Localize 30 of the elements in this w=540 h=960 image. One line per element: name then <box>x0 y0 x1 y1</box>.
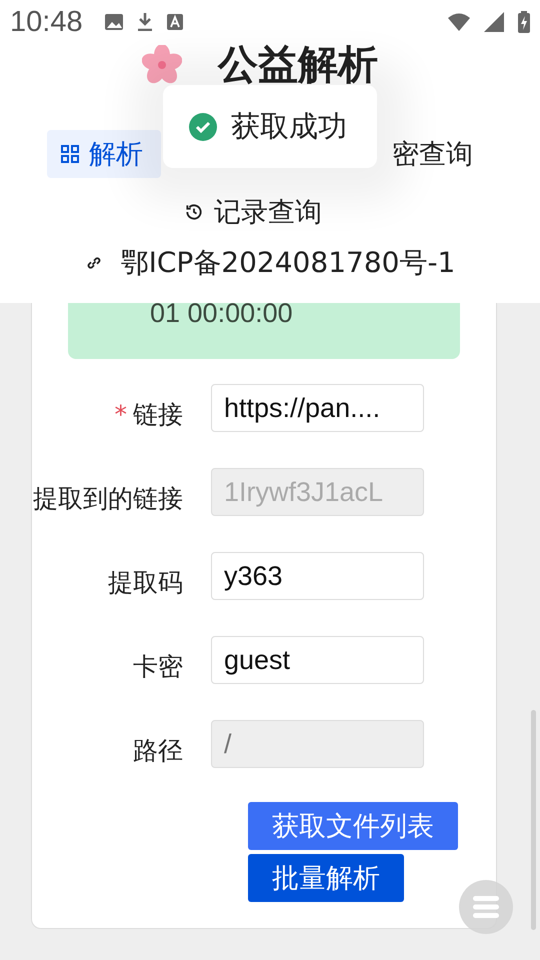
battery-icon <box>518 11 530 33</box>
toast-text: 获取成功 <box>231 108 347 144</box>
nav-tab[interactable]: 密查询 <box>378 130 493 178</box>
download-icon <box>136 13 153 31</box>
wifi-icon <box>448 13 470 31</box>
nav-tab[interactable]: 解析 <box>47 130 161 178</box>
app-title: 公益解析 <box>218 44 378 86</box>
flower-icon <box>142 45 182 85</box>
field-label: 提取到的链接 <box>32 483 184 515</box>
signal-icon <box>484 12 504 32</box>
required-mark: * <box>114 400 127 429</box>
check-icon <box>189 112 217 140</box>
grid-icon <box>61 145 79 163</box>
image-icon <box>104 14 123 30</box>
input-field[interactable]: y363 <box>211 552 424 600</box>
field-label: 路径 <box>132 735 184 767</box>
field-label: 卡密 <box>132 651 184 683</box>
input-field[interactable]: https://pan.... <box>211 384 424 432</box>
status-time: 10:48 <box>10 6 83 38</box>
action-button[interactable]: 获取文件列表 <box>248 802 458 850</box>
notice-banner: 01 00:00:00 <box>68 303 460 359</box>
input-field[interactable]: guest <box>211 636 424 684</box>
field-label: 提取码 <box>107 567 184 599</box>
history-icon <box>184 202 204 222</box>
action-button[interactable]: 批量解析 <box>248 854 404 902</box>
nav-tab[interactable]: 记录查询 <box>170 188 370 236</box>
menu-icon <box>473 896 499 918</box>
field-label: * 链接 <box>114 399 184 431</box>
icp-link[interactable]: 鄂ICP备2024081780号-1 <box>84 244 456 282</box>
font-icon <box>166 14 183 30</box>
